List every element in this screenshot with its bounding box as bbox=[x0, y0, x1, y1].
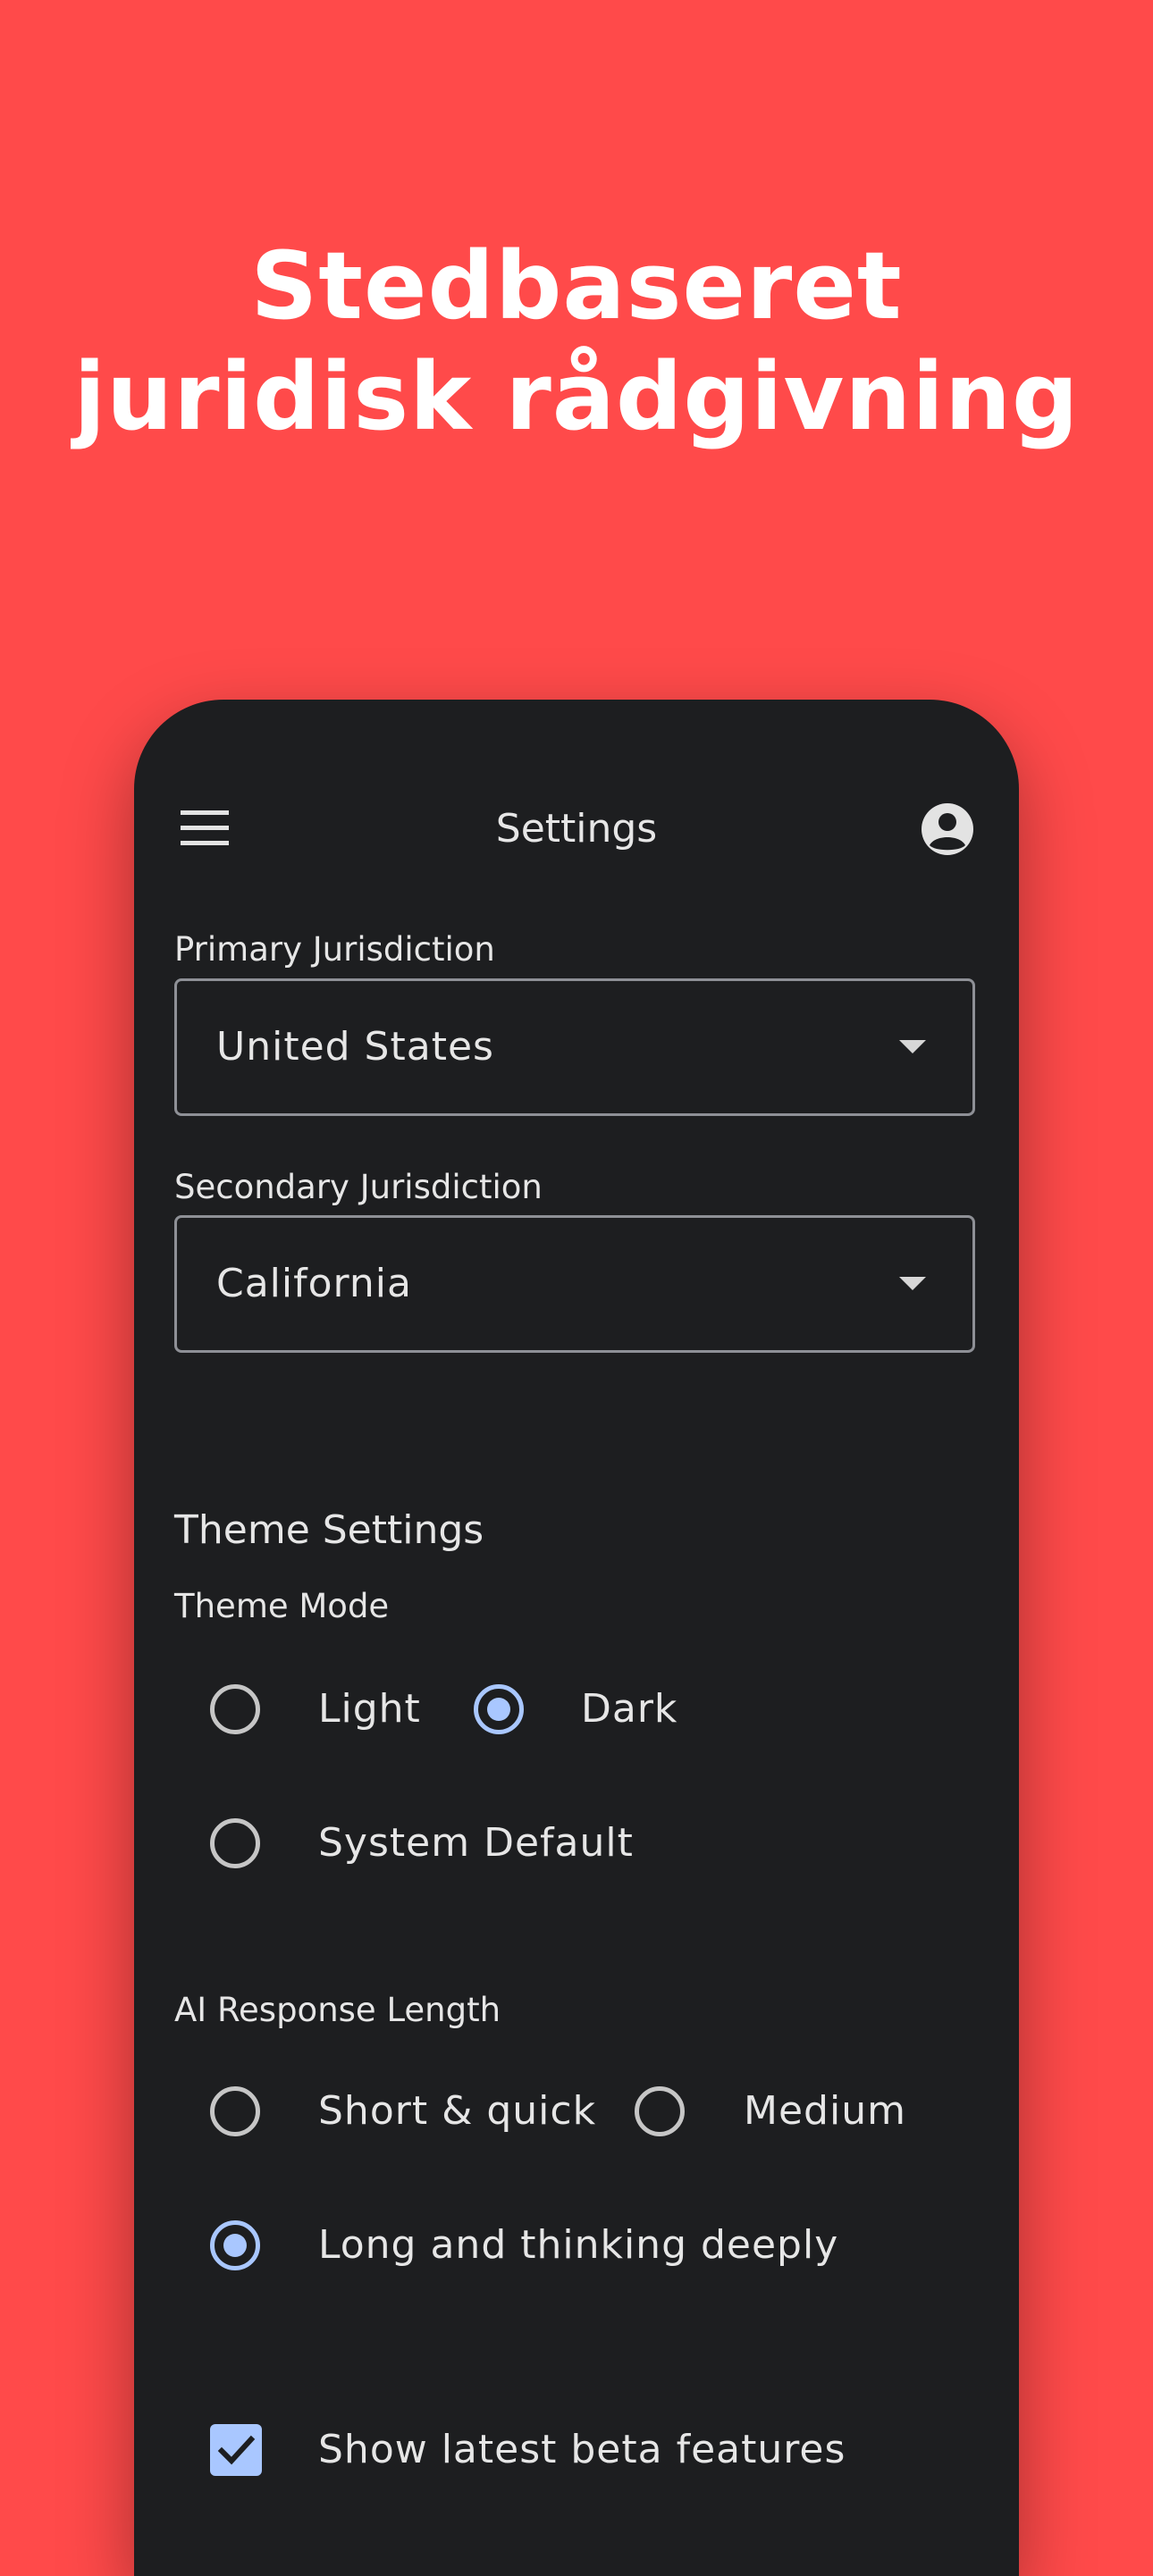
phone-screen: Settings Primary Jurisdiction United Sta… bbox=[134, 700, 1019, 2576]
theme-settings-title: Theme Settings bbox=[174, 1507, 484, 1553]
radio-theme-system-default-label[interactable]: System Default bbox=[318, 1818, 634, 1868]
radio-response-short[interactable] bbox=[210, 2086, 260, 2136]
top-app-bar: Settings bbox=[134, 789, 1019, 869]
radio-response-medium-label[interactable]: Medium bbox=[744, 2086, 906, 2136]
dropdown-arrow-icon bbox=[899, 1277, 926, 1290]
radio-response-long[interactable] bbox=[210, 2220, 260, 2270]
page-title: Settings bbox=[495, 806, 658, 852]
theme-mode-label: Theme Mode bbox=[174, 1587, 390, 1625]
beta-features-label[interactable]: Show latest beta features bbox=[318, 2425, 846, 2475]
beta-features-checkbox[interactable] bbox=[210, 2424, 262, 2476]
secondary-jurisdiction-value: California bbox=[216, 1261, 412, 1306]
check-icon bbox=[217, 2435, 256, 2465]
radio-response-medium[interactable] bbox=[635, 2086, 685, 2136]
secondary-jurisdiction-dropdown[interactable]: California bbox=[174, 1215, 975, 1353]
primary-jurisdiction-dropdown[interactable]: United States bbox=[174, 978, 975, 1116]
radio-theme-dark[interactable] bbox=[474, 1684, 524, 1734]
radio-theme-light-label[interactable]: Light bbox=[318, 1684, 421, 1734]
radio-theme-light[interactable] bbox=[210, 1684, 260, 1734]
primary-jurisdiction-label: Primary Jurisdiction bbox=[174, 930, 495, 969]
radio-response-long-label[interactable]: Long and thinking deeply bbox=[318, 2220, 838, 2270]
promo-headline: Stedbaseret juridisk rådgivning bbox=[0, 231, 1153, 452]
headline-line-2: juridisk rådgivning bbox=[73, 342, 1080, 451]
account-circle-icon[interactable] bbox=[919, 801, 976, 858]
radio-response-short-label[interactable]: Short & quick bbox=[318, 2086, 596, 2136]
primary-jurisdiction-value: United States bbox=[216, 1024, 494, 1070]
radio-theme-system-default[interactable] bbox=[210, 1818, 260, 1868]
dropdown-arrow-icon bbox=[899, 1040, 926, 1053]
headline-line-1: Stedbaseret bbox=[250, 231, 903, 340]
ai-response-length-label: AI Response Length bbox=[174, 1991, 501, 2029]
secondary-jurisdiction-label: Secondary Jurisdiction bbox=[174, 1168, 543, 1206]
radio-theme-dark-label[interactable]: Dark bbox=[581, 1684, 677, 1734]
